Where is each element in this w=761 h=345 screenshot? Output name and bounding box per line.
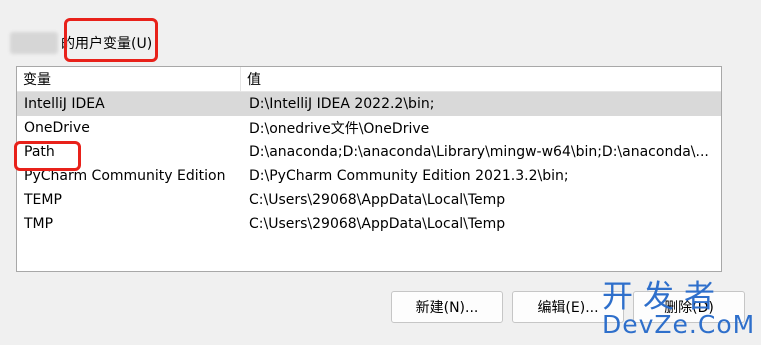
variable-name: TEMP xyxy=(24,192,62,208)
table-row[interactable]: IntelliJ IDEA D:\IntelliJ IDEA 2022.2\bi… xyxy=(17,92,721,116)
user-variables-list[interactable]: 变量 值 IntelliJ IDEA D:\IntelliJ IDEA 2022… xyxy=(16,66,722,272)
blurred-username xyxy=(10,32,58,54)
variable-value: C:\Users\29068\AppData\Local\Temp xyxy=(249,192,506,208)
table-row[interactable]: TEMP C:\Users\29068\AppData\Local\Temp xyxy=(17,188,721,212)
variable-name: IntelliJ IDEA xyxy=(24,96,105,112)
variable-value: D:\PyCharm Community Edition 2021.3.2\bi… xyxy=(249,168,569,184)
column-header-value[interactable]: 值 xyxy=(241,67,721,91)
table-row[interactable]: Path D:\anaconda;D:\anaconda\Library\min… xyxy=(17,140,721,164)
variable-value: D:\anaconda;D:\anaconda\Library\mingw-w6… xyxy=(249,144,709,160)
variable-value: D:\IntelliJ IDEA 2022.2\bin; xyxy=(249,96,435,112)
title-highlight-box xyxy=(64,18,158,62)
table-row[interactable]: TMP C:\Users\29068\AppData\Local\Temp xyxy=(17,212,721,236)
path-highlight-box xyxy=(14,141,81,171)
watermark-latin-text: DevZe.CoM xyxy=(602,310,756,339)
variable-name: OneDrive xyxy=(24,120,90,136)
table-row[interactable]: PyCharm Community Edition D:\PyCharm Com… xyxy=(17,164,721,188)
variable-name: TMP xyxy=(24,216,54,232)
table-row[interactable]: OneDrive D:\onedrive文件\OneDrive xyxy=(17,116,721,140)
new-button[interactable]: 新建(N)... xyxy=(391,291,503,323)
site-watermark: 开发者 DevZe.CoM xyxy=(602,280,758,342)
watermark-chinese-text: 开发者 xyxy=(602,279,725,315)
variable-value: C:\Users\29068\AppData\Local\Temp xyxy=(249,216,506,232)
variable-value: D:\onedrive文件\OneDrive xyxy=(249,121,430,137)
list-header: 变量 值 xyxy=(17,67,721,92)
column-header-variable[interactable]: 变量 xyxy=(17,67,241,91)
